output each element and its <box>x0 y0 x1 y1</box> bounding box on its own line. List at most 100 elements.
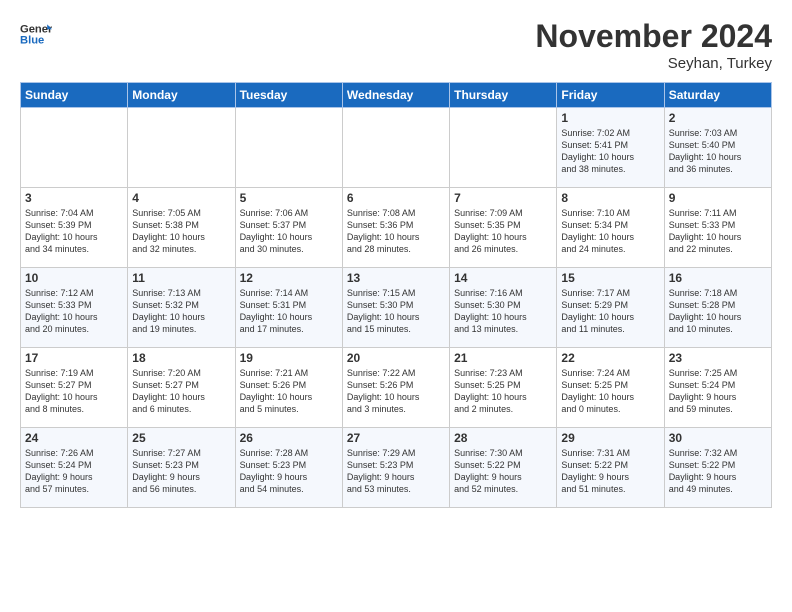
calendar-cell: 20Sunrise: 7:22 AMSunset: 5:26 PMDayligh… <box>342 348 449 428</box>
day-number: 15 <box>561 271 659 285</box>
cell-text-line: Daylight: 9 hours <box>347 471 445 483</box>
calendar-cell <box>21 108 128 188</box>
cell-text-line: Sunrise: 7:05 AM <box>132 207 230 219</box>
cell-text-line: Sunset: 5:35 PM <box>454 219 552 231</box>
day-number: 4 <box>132 191 230 205</box>
calendar-cell <box>342 108 449 188</box>
cell-text-line: Sunset: 5:37 PM <box>240 219 338 231</box>
cell-text-line: Sunrise: 7:20 AM <box>132 367 230 379</box>
cell-text-line: Sunset: 5:30 PM <box>454 299 552 311</box>
weekday-header-monday: Monday <box>128 83 235 108</box>
day-number: 27 <box>347 431 445 445</box>
cell-text-line: and 22 minutes. <box>669 243 767 255</box>
calendar-cell: 14Sunrise: 7:16 AMSunset: 5:30 PMDayligh… <box>450 268 557 348</box>
calendar-cell: 1Sunrise: 7:02 AMSunset: 5:41 PMDaylight… <box>557 108 664 188</box>
cell-text-line: Sunset: 5:23 PM <box>347 459 445 471</box>
cell-text-line: Daylight: 10 hours <box>132 391 230 403</box>
cell-text-line: Sunrise: 7:26 AM <box>25 447 123 459</box>
cell-text-line: and 30 minutes. <box>240 243 338 255</box>
cell-text-line: Daylight: 9 hours <box>240 471 338 483</box>
day-number: 30 <box>669 431 767 445</box>
cell-text-line: and 3 minutes. <box>347 403 445 415</box>
cell-text-line: Sunrise: 7:03 AM <box>669 127 767 139</box>
cell-text-line: Sunrise: 7:17 AM <box>561 287 659 299</box>
cell-text-line: Daylight: 10 hours <box>454 231 552 243</box>
day-number: 7 <box>454 191 552 205</box>
cell-text-line: Daylight: 10 hours <box>347 311 445 323</box>
day-number: 29 <box>561 431 659 445</box>
calendar-cell: 5Sunrise: 7:06 AMSunset: 5:37 PMDaylight… <box>235 188 342 268</box>
calendar-cell: 17Sunrise: 7:19 AMSunset: 5:27 PMDayligh… <box>21 348 128 428</box>
day-number: 22 <box>561 351 659 365</box>
calendar-cell: 8Sunrise: 7:10 AMSunset: 5:34 PMDaylight… <box>557 188 664 268</box>
weekday-header-wednesday: Wednesday <box>342 83 449 108</box>
calendar-cell: 9Sunrise: 7:11 AMSunset: 5:33 PMDaylight… <box>664 188 771 268</box>
cell-text-line: and 0 minutes. <box>561 403 659 415</box>
week-row-1: 1Sunrise: 7:02 AMSunset: 5:41 PMDaylight… <box>21 108 772 188</box>
cell-text-line: Sunset: 5:26 PM <box>240 379 338 391</box>
calendar-cell <box>128 108 235 188</box>
week-row-4: 17Sunrise: 7:19 AMSunset: 5:27 PMDayligh… <box>21 348 772 428</box>
cell-text-line: Sunset: 5:25 PM <box>561 379 659 391</box>
cell-text-line: Sunset: 5:40 PM <box>669 139 767 151</box>
cell-text-line: Sunset: 5:41 PM <box>561 139 659 151</box>
calendar-cell: 27 Sunrise: 7:29 AMSunset: 5:23 PMDayligh… <box>342 428 449 508</box>
cell-text-line: Sunrise: 7:23 AM <box>454 367 552 379</box>
cell-text-line: Sunrise: 7:19 AM <box>25 367 123 379</box>
page: General Blue November 2024 Seyhan, Turke… <box>0 0 792 518</box>
cell-text-line: Daylight: 10 hours <box>669 231 767 243</box>
cell-text-line: Daylight: 10 hours <box>132 231 230 243</box>
logo-icon: General Blue <box>20 18 52 50</box>
cell-text-line: Sunrise: 7:09 AM <box>454 207 552 219</box>
cell-text-line: and 59 minutes. <box>669 403 767 415</box>
cell-text-line: Sunrise: 7:27 AM <box>132 447 230 459</box>
cell-text-line: Sunrise: 7:14 AM <box>240 287 338 299</box>
logo: General Blue <box>20 18 56 50</box>
cell-text-line: and 11 minutes. <box>561 323 659 335</box>
cell-text-line: Daylight: 9 hours <box>25 471 123 483</box>
cell-text-line: Sunset: 5:30 PM <box>347 299 445 311</box>
cell-text-line: Daylight: 10 hours <box>454 391 552 403</box>
cell-text-line: Sunrise: 7:28 AM <box>240 447 338 459</box>
day-number: 20 <box>347 351 445 365</box>
title-block: November 2024 Seyhan, Turkey <box>535 18 772 72</box>
calendar-cell: 13Sunrise: 7:15 AMSunset: 5:30 PMDayligh… <box>342 268 449 348</box>
cell-text-line: Sunset: 5:28 PM <box>669 299 767 311</box>
cell-text-line: Sunset: 5:31 PM <box>240 299 338 311</box>
cell-text-line: Sunset: 5:27 PM <box>132 379 230 391</box>
cell-text-line: Daylight: 10 hours <box>561 391 659 403</box>
cell-text-line: and 52 minutes. <box>454 483 552 495</box>
day-number: 13 <box>347 271 445 285</box>
cell-text-line: Sunrise: 7:13 AM <box>132 287 230 299</box>
day-number: 23 <box>669 351 767 365</box>
calendar-cell <box>450 108 557 188</box>
cell-text-line: Sunset: 5:33 PM <box>25 299 123 311</box>
cell-text-line: Sunrise: 7:06 AM <box>240 207 338 219</box>
weekday-header-thursday: Thursday <box>450 83 557 108</box>
day-number: 17 <box>25 351 123 365</box>
cell-text-line: Sunset: 5:39 PM <box>25 219 123 231</box>
cell-text-line: Sunrise: 7:18 AM <box>669 287 767 299</box>
weekday-header-row: SundayMondayTuesdayWednesdayThursdayFrid… <box>21 83 772 108</box>
cell-text-line: and 10 minutes. <box>669 323 767 335</box>
calendar-cell: 23Sunrise: 7:25 AMSunset: 5:24 PMDayligh… <box>664 348 771 428</box>
cell-text-line: Daylight: 10 hours <box>25 391 123 403</box>
calendar-cell: 7 Sunrise: 7:09 AMSunset: 5:35 PMDaylight… <box>450 188 557 268</box>
cell-text-line: Sunrise: 7:22 AM <box>347 367 445 379</box>
day-number: 14 <box>454 271 552 285</box>
week-row-3: 10Sunrise: 7:12 AMSunset: 5:33 PMDayligh… <box>21 268 772 348</box>
day-number: 26 <box>240 431 338 445</box>
day-number: 10 <box>25 271 123 285</box>
calendar-cell: 2Sunrise: 7:03 AMSunset: 5:40 PMDaylight… <box>664 108 771 188</box>
cell-text-line: Sunset: 5:25 PM <box>454 379 552 391</box>
cell-text-line: Sunrise: 7:02 AM <box>561 127 659 139</box>
cell-text-line: Sunrise: 7:32 AM <box>669 447 767 459</box>
cell-text-line: Daylight: 9 hours <box>669 391 767 403</box>
cell-text-line: Sunset: 5:24 PM <box>25 459 123 471</box>
cell-text-line: Daylight: 10 hours <box>347 231 445 243</box>
weekday-header-friday: Friday <box>557 83 664 108</box>
cell-text-line: Sunrise: 7:29 AM <box>347 447 445 459</box>
cell-text-line: Sunrise: 7:04 AM <box>25 207 123 219</box>
cell-text-line: and 54 minutes. <box>240 483 338 495</box>
day-number: 9 <box>669 191 767 205</box>
